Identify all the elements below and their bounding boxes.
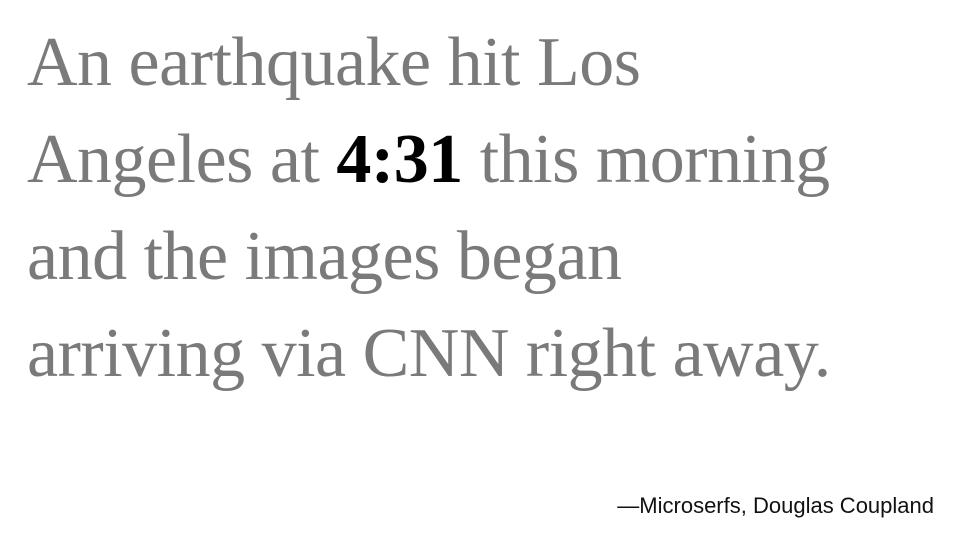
quote-attribution: —Microserfs, Douglas Coupland xyxy=(617,493,934,518)
highlighted-time: 4:31 xyxy=(336,121,463,198)
quote-line-2: Angeles at 4:31 this morning xyxy=(27,111,947,208)
quote-line-3: and the images began xyxy=(27,218,622,295)
quote-line-2-end: this morning xyxy=(462,121,830,198)
quote-line-4: arriving via CNN right away. xyxy=(27,315,831,392)
quote-text: An earthquake hit Los Angeles at 4:31 th… xyxy=(27,14,947,402)
quote-line-2-start: Angeles at xyxy=(27,121,337,198)
quote-line-1: An earthquake hit Los xyxy=(27,24,641,101)
